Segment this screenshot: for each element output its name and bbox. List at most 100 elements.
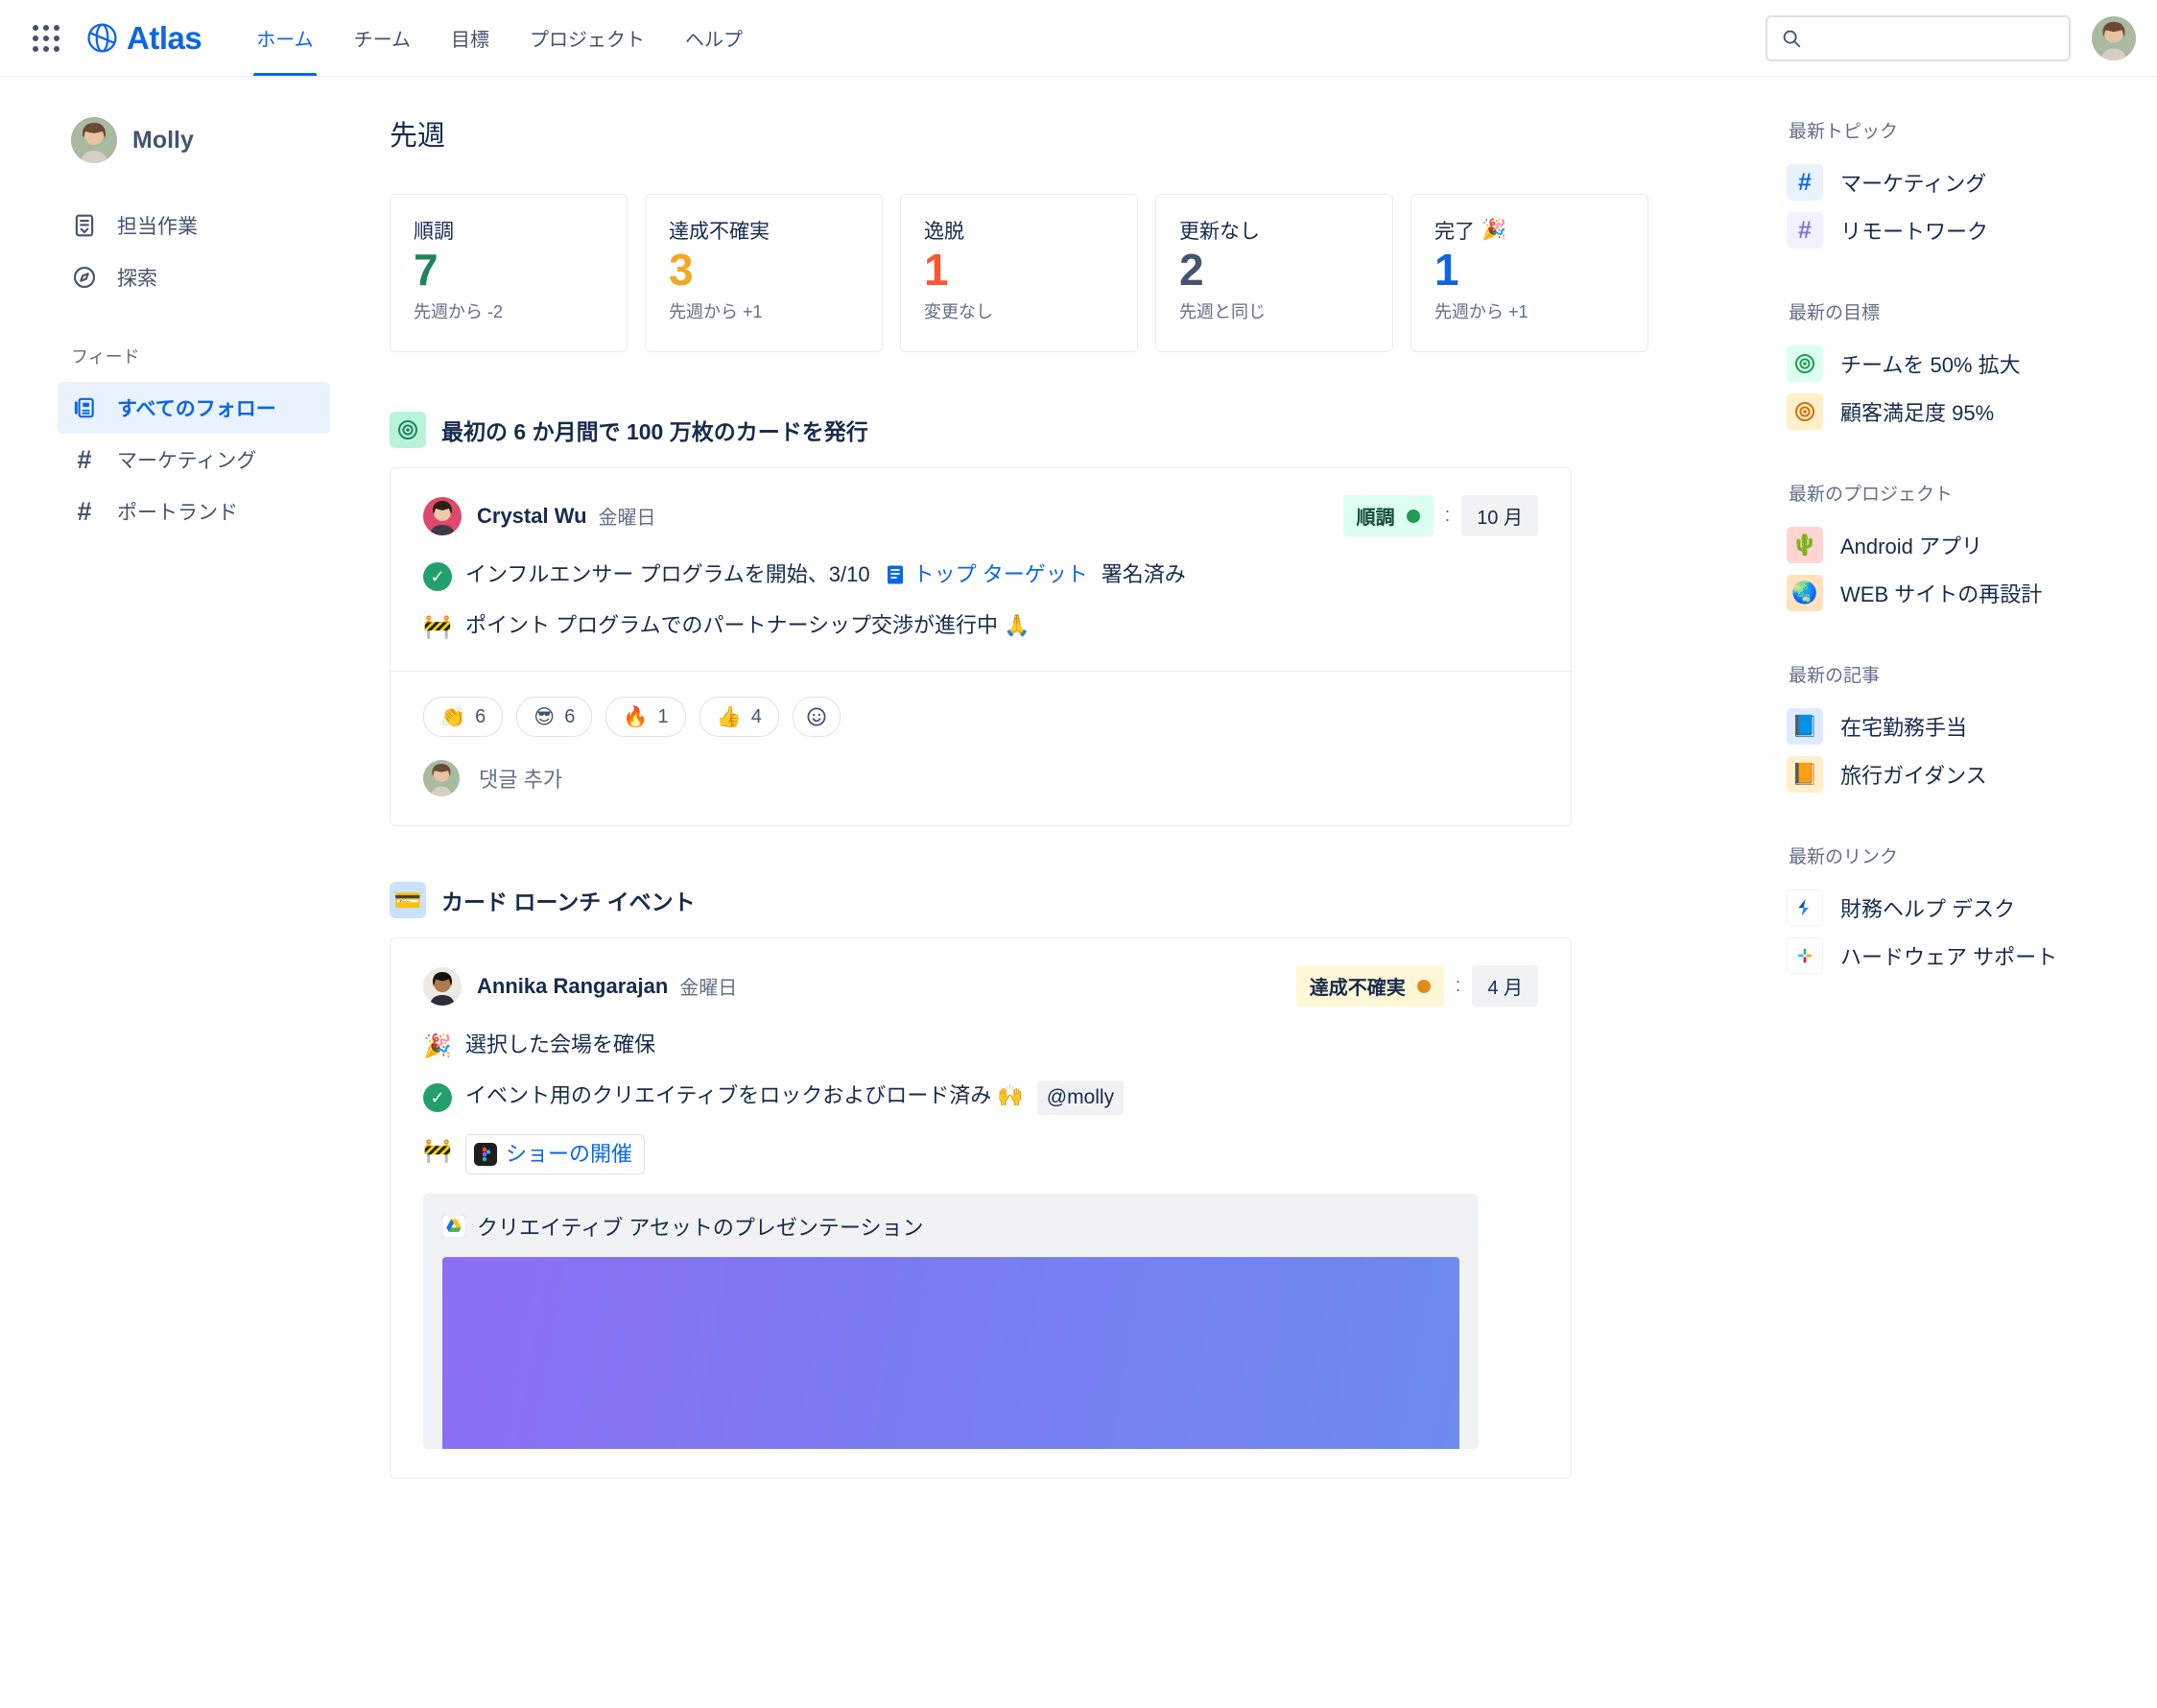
rail-group-topics: 最新トピック # マーケティング # リモートワーク (1787, 117, 2119, 254)
status-badge-label: 順調 (1356, 508, 1395, 529)
reaction-sunglasses[interactable]: 😎 6 (516, 697, 593, 737)
post-meta: 順調 : 10 月 (1342, 495, 1538, 536)
stat-delta: 先週から -2 (414, 302, 504, 322)
sidebar-item-label: 探索 (117, 268, 157, 290)
reaction-thumbs-up[interactable]: 👍 4 (699, 697, 779, 737)
rail-item-label: 在宅勤務手当 (1840, 716, 1968, 740)
atlas-logo[interactable]: Atlas (86, 22, 202, 54)
user-mention[interactable]: @molly (1036, 1080, 1125, 1116)
reaction-count: 1 (657, 705, 669, 727)
rail-item-hardware-support[interactable]: ハードウェア サポート (1787, 932, 2119, 980)
rail-item-remote-work[interactable]: # リモートワーク (1787, 206, 2119, 254)
construction-icon: 🚧 (423, 1138, 452, 1165)
rail-item-grow-team[interactable]: チームを 50% 拡大 (1787, 340, 2119, 388)
status-badge[interactable]: 達成不確実 (1295, 965, 1444, 1007)
search-input[interactable] (1812, 27, 2055, 49)
nav-link-projects[interactable]: プロジェクト (510, 0, 665, 76)
comment-input-placeholder[interactable]: 댓글 추가 (479, 763, 562, 794)
attachment-title: クリエイティブ アセットのプレゼンテーション (477, 1216, 924, 1241)
assigned-work-icon (71, 212, 98, 239)
status-dot-icon (1416, 979, 1431, 993)
stat-label: 完了 🎉 (1434, 219, 1507, 243)
rail-item-label: マーケティング (1840, 172, 1987, 196)
rail-heading: 最新の記事 (1789, 666, 1881, 686)
confluence-doc-link[interactable]: トップ ターゲット (884, 559, 1088, 590)
sidebar-item-explore[interactable]: 探索 (58, 251, 330, 303)
stat-card-no-update[interactable]: 更新なし 2 先週と同じ (1155, 194, 1393, 352)
attachment-preview-image[interactable] (442, 1257, 1459, 1450)
add-reaction-button[interactable] (792, 697, 841, 737)
rail-item-website-redesign[interactable]: 🌏 WEB サイトの再設計 (1787, 569, 2119, 617)
profile-name: Molly (132, 126, 194, 154)
goal-target-icon (1787, 345, 1823, 382)
stat-card-off-track[interactable]: 逸脱 1 変更なし (900, 194, 1138, 352)
figma-link[interactable]: ショーの開催 (465, 1134, 646, 1175)
sidebar-item-portland[interactable]: # ポートランド (58, 486, 330, 537)
stat-value: 1 (1434, 245, 1459, 295)
sidebar-item-marketing[interactable]: # マーケティング (58, 434, 330, 486)
nav-link-goals[interactable]: 目標 (431, 0, 510, 76)
attachment-title-row[interactable]: クリエイティブ アセットのプレゼンテーション (442, 1211, 1459, 1242)
nav-link-teams[interactable]: チーム (334, 0, 431, 76)
reaction-clap[interactable]: 👏 6 (423, 697, 504, 737)
sidebar-profile[interactable]: Molly (0, 117, 376, 163)
user-avatar-nav[interactable] (2092, 15, 2136, 60)
avatar-image (423, 496, 462, 535)
status-badge[interactable]: 順調 (1342, 495, 1434, 536)
rail-item-android-app[interactable]: 🌵 Android アプリ (1787, 521, 2119, 569)
stat-card-at-risk[interactable]: 達成不確実 3 先週から +1 (645, 194, 883, 352)
target-date-badge[interactable]: 10 月 (1461, 495, 1538, 536)
stat-value: 3 (669, 245, 694, 295)
rail-group-projects: 最新のプロジェクト 🌵 Android アプリ 🌏 WEB サイトの再設計 (1787, 480, 2119, 617)
reaction-fire[interactable]: 🔥 1 (605, 697, 686, 737)
stat-card-on-track[interactable]: 順調 7 先週から -2 (390, 194, 628, 352)
clap-emoji: 👏 (440, 705, 466, 728)
rail-item-customer-satisfaction[interactable]: 顧客満足度 95% (1787, 388, 2119, 436)
stat-card-done[interactable]: 完了 🎉 1 先週から +1 (1410, 194, 1648, 352)
right-sidebar: 最新トピック # マーケティング # リモートワーク 最新の目標 チームを 50… (1754, 77, 2157, 1024)
nav-link-help[interactable]: ヘルプ (665, 0, 763, 76)
post-author-avatar[interactable] (423, 966, 462, 1006)
rail-item-travel-guidance[interactable]: 📙 旅行ガイダンス (1787, 750, 2119, 798)
rail-group-links: 最新のリンク 財務ヘルプ デスク ハードウェア サポート (1787, 842, 2119, 980)
rail-item-finance-help-desk[interactable]: 財務ヘルプ デスク (1787, 884, 2119, 932)
rail-item-label: ハードウェア サポート (1840, 945, 2058, 969)
nav-link-home[interactable]: ホーム (236, 0, 333, 76)
primary-nav: ホーム チーム 目標 プロジェクト ヘルプ (236, 0, 763, 76)
feed-heading-text[interactable]: カード ローンチ イベント (441, 884, 696, 916)
main-content: 先週 順調 7 先週から -2 達成不確実 3 先週から +1 逸脱 1 変更な… (376, 77, 1754, 1480)
search-icon (1783, 30, 1801, 47)
reactions-list: 👏 6 😎 6 🔥 1 👍 4 (423, 697, 1538, 737)
status-badge-label: 達成不確実 (1309, 978, 1406, 999)
post-meta: 達成不確実 : 4 月 (1295, 965, 1538, 1007)
post-author-name[interactable]: Crystal Wu (477, 504, 587, 529)
check-circle-icon: ✓ (423, 562, 452, 591)
sidebar-item-label: すべてのフォロー (117, 398, 276, 420)
atlas-mark-icon (87, 23, 117, 53)
target-date-badge[interactable]: 4 月 (1472, 965, 1538, 1007)
feed-heading-text[interactable]: 最初の 6 か月間で 100 万枚のカードを発行 (441, 414, 868, 446)
rail-item-marketing[interactable]: # マーケティング (1787, 158, 2119, 206)
post-author-avatar[interactable] (423, 496, 462, 535)
rail-item-wfh-allowance[interactable]: 📘 在宅勤務手当 (1787, 702, 2119, 750)
party-popper-icon: 🎉 (423, 1032, 452, 1059)
sidebar-item-assigned-work[interactable]: 担当作業 (58, 200, 330, 251)
sidebar-item-all-following[interactable]: すべてのフォロー (58, 382, 330, 434)
slack-icon (1787, 937, 1823, 974)
figma-icon (474, 1143, 497, 1167)
meta-separator: : (1444, 505, 1451, 526)
search-box[interactable] (1766, 14, 2071, 61)
post-header: Crystal Wu 金曜日 順調 : 10 月 (423, 495, 1538, 536)
compass-icon (71, 264, 98, 291)
feed-heading-project[interactable]: 💳 カード ローンチ イベント (390, 882, 1754, 918)
page-title: 先週 (390, 121, 446, 152)
add-comment-row[interactable]: 댓글 추가 (391, 737, 1571, 825)
reaction-bar: 👏 6 😎 6 🔥 1 👍 4 (391, 671, 1571, 737)
blue-book-emoji-icon: 📘 (1787, 708, 1823, 745)
left-sidebar: Molly 担当作業 探索 フィード すべてのフォロー # マーケティング # … (0, 77, 376, 537)
sunglasses-emoji: 😎 (533, 705, 556, 728)
attachment-smart-link[interactable]: クリエイティブ アセットのプレゼンテーション (423, 1194, 1479, 1450)
feed-heading-goal[interactable]: 最初の 6 か月間で 100 万枚のカードを発行 (390, 412, 1754, 448)
post-author-name[interactable]: Annika Rangarajan (477, 974, 668, 999)
app-switcher-icon[interactable] (25, 17, 67, 59)
